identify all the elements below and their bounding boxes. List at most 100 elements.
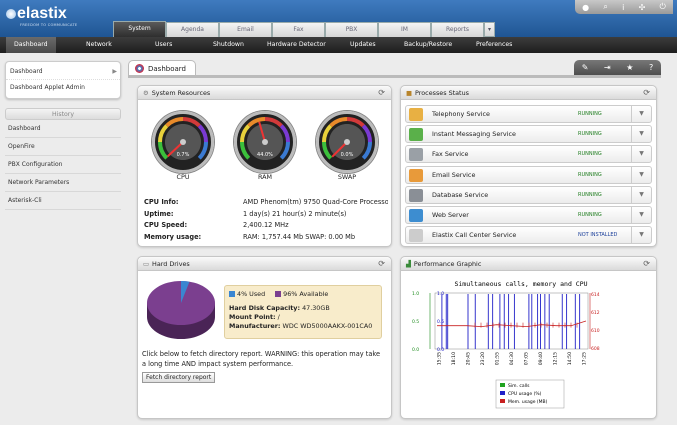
history-item[interactable]: Asterisk-Cli [5, 192, 121, 210]
edit-icon[interactable]: ✎ [582, 63, 589, 72]
cpu-gauge-value: 0.7% [176, 152, 190, 158]
process-row[interactable]: Web Server RUNNING ▼ [405, 206, 652, 224]
tab-im[interactable]: IM [378, 22, 431, 37]
logo-icon [6, 9, 16, 19]
process-dropdown-button[interactable]: ▼ [631, 126, 651, 143]
mount-point-label: Mount Point: [229, 313, 276, 321]
tab-reports[interactable]: Reports [431, 22, 484, 37]
subnav-hardware-detector[interactable]: Hardware Detector [267, 37, 326, 53]
tab-email[interactable]: Email [219, 22, 272, 37]
process-status: RUNNING [578, 111, 602, 117]
process-dropdown-button[interactable]: ▼ [631, 186, 651, 203]
process-row[interactable]: Elastix Call Center Service NOT INSTALLE… [405, 226, 652, 245]
subnav-shutdown[interactable]: Shutdown [213, 37, 244, 53]
subnav-dashboard[interactable]: Dashboard [6, 37, 56, 53]
ram-gauge: 44.0% [234, 111, 296, 173]
chevron-right-icon: ▶ [112, 68, 117, 75]
chart-icon: ▟ [406, 259, 411, 268]
subnav-network[interactable]: Network [86, 37, 112, 53]
processes-status-panel: ■ Processes Status ⟳ Telephony Service R… [400, 85, 657, 247]
refresh-icon[interactable]: ⟳ [643, 257, 650, 271]
tab-agenda[interactable]: Agenda [166, 22, 219, 37]
history-item[interactable]: OpenFire [5, 138, 121, 156]
cpu-info-label: CPU Info: [144, 198, 179, 206]
logout-icon[interactable]: ⏻ [660, 2, 666, 12]
process-row[interactable]: Instant Messaging Service RUNNING ▼ [405, 125, 652, 144]
sidebar-item-label: Dashboard Applet Admin [10, 84, 85, 91]
y-right-tick-label: 612 [591, 310, 600, 316]
dashboard-tab-bar [128, 75, 661, 78]
elastix-logo[interactable]: elastix FREEDOM TO COMMUNICATE [6, 5, 96, 33]
history-item[interactable]: Dashboard [5, 120, 121, 138]
logo-text: elastix [17, 5, 67, 22]
x-tick-label: 18:10 [451, 352, 457, 365]
x-tick-label: 23:20 [480, 352, 486, 365]
cpu-gauge-dial [158, 117, 208, 160]
refresh-icon[interactable]: ⟳ [643, 86, 650, 100]
swap-gauge-band [329, 117, 348, 128]
swap-gauge-band [346, 117, 365, 128]
search-icon[interactable]: ⌕ [603, 2, 607, 12]
cpu-info-value: AMD Phenom(tm) 9750 Quad-Core Processor [243, 198, 388, 206]
fetch-directory-report-button[interactable]: Fetch directory report [142, 372, 216, 383]
x-tick-label: 14:50 [567, 352, 573, 365]
panel-title: Processes Status [415, 88, 469, 97]
subnav-preferences[interactable]: Preferences [476, 37, 512, 53]
ram-gauge-value: 44.0% [257, 152, 273, 158]
y-mid-tick-label: 1.0 [437, 291, 444, 297]
sidebar: Dashboard ▶ Dashboard Applet Admin Histor… [5, 61, 121, 210]
sidebar-item-dashboard-applet-admin[interactable]: Dashboard Applet Admin [6, 80, 120, 96]
tab-system[interactable]: System [113, 21, 166, 37]
refresh-icon[interactable]: ⟳ [378, 86, 385, 100]
subnav-backup-restore[interactable]: Backup/Restore [404, 37, 452, 53]
tab-pbx[interactable]: PBX [325, 22, 378, 37]
process-dropdown-button[interactable]: ▼ [631, 106, 651, 122]
memory-usage-label: Memory usage: [144, 232, 202, 241]
help-icon[interactable]: ? [649, 63, 653, 72]
cpu-gauge-band [182, 117, 201, 128]
tabs-more-button[interactable]: ▾ [484, 22, 495, 37]
history-item[interactable]: PBX Configuration [5, 156, 121, 174]
chart-title: Simultaneous calls, memory and CPU [454, 280, 587, 288]
swap-gauge-band [361, 124, 372, 143]
process-row[interactable]: Database Service RUNNING ▼ [405, 185, 652, 204]
subnav-updates[interactable]: Updates [350, 37, 376, 53]
tools-icon[interactable]: ✣ [639, 3, 646, 12]
process-dropdown-button[interactable]: ▼ [631, 207, 651, 223]
detach-icon[interactable]: ⇥ [604, 63, 611, 72]
history-title: History [5, 108, 121, 120]
panel-title: Hard Drives [152, 259, 190, 268]
panel-title-bar: ⚙ System Resources ⟳ [138, 86, 391, 100]
sidebar-item-dashboard[interactable]: Dashboard ▶ [6, 64, 120, 80]
swap-gauge-label: SWAP [337, 173, 357, 181]
process-row[interactable]: Email Service RUNNING ▼ [405, 165, 652, 184]
process-row[interactable]: Fax Service RUNNING ▼ [405, 145, 652, 164]
dashboard-tab[interactable]: Dashboard [128, 60, 196, 76]
uptime-label: Uptime: [144, 209, 174, 218]
process-dropdown-button[interactable]: ▼ [631, 146, 651, 163]
manufacturer-value: WDC WD5000AAKX-001CA0 [282, 322, 373, 330]
performance-graphic-panel: ▟ Performance Graphic ⟳ Simultaneous cal… [400, 256, 657, 419]
sub-navigation: Dashboard Network Users Shutdown Hardwar… [0, 37, 677, 53]
process-name: Email Service [432, 170, 476, 179]
subnav-users[interactable]: Users [155, 37, 172, 53]
sidebar-menu: Dashboard ▶ Dashboard Applet Admin [5, 61, 121, 99]
ram-gauge-hub [262, 139, 268, 145]
cpu-gauge-hub [180, 139, 186, 145]
y-left-tick-label: 0.0 [412, 347, 419, 353]
history-item[interactable]: Network Parameters [5, 174, 121, 192]
x-tick-label: 20:45 [466, 352, 472, 365]
legend-swatch [500, 383, 505, 387]
y-left-tick-label: 1.0 [412, 291, 419, 297]
refresh-icon[interactable]: ⟳ [378, 257, 385, 271]
process-name: Fax Service [432, 150, 469, 159]
cpu-speed-value: 2,400.12 MHz [243, 221, 289, 229]
process-dropdown-button[interactable]: ▼ [631, 227, 651, 244]
process-dropdown-button[interactable]: ▼ [631, 166, 651, 183]
star-icon[interactable]: ★ [626, 63, 633, 72]
drop-icon[interactable]: ● [582, 3, 589, 12]
info-icon[interactable]: i [622, 3, 624, 12]
tab-fax[interactable]: Fax [272, 22, 325, 37]
main-tabs: System Agenda Email Fax PBX IM Reports ▾ [113, 21, 495, 37]
process-row[interactable]: Telephony Service RUNNING ▼ [405, 105, 652, 123]
